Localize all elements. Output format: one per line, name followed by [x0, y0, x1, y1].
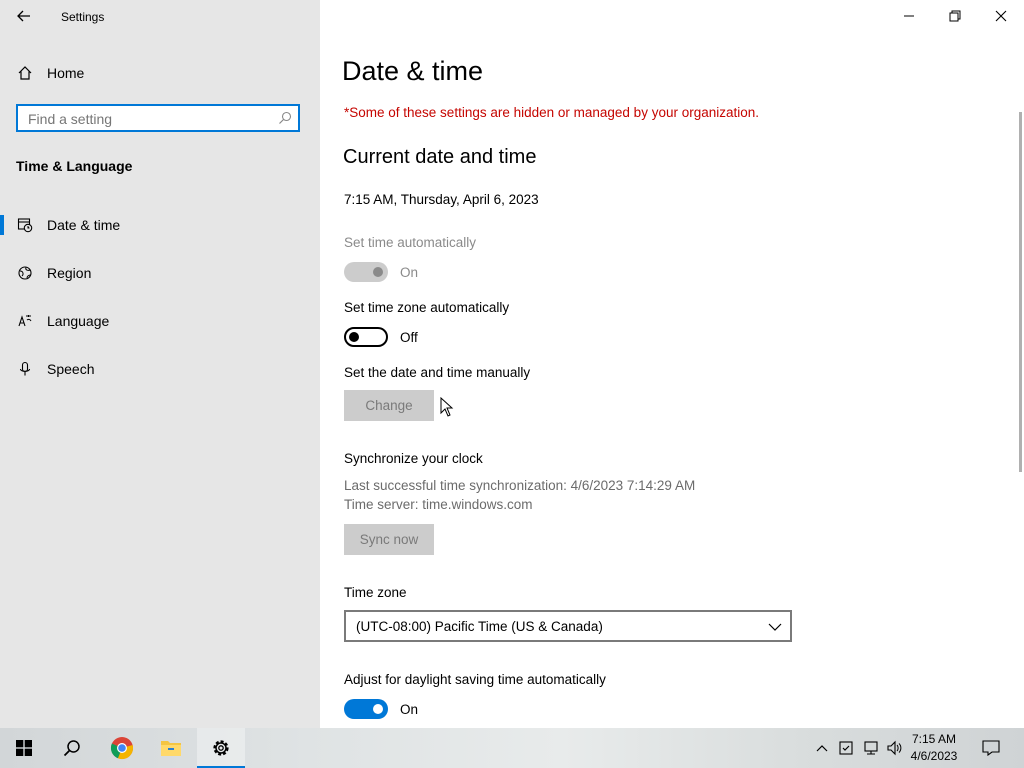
set-time-auto-label: Set time automatically: [344, 235, 477, 250]
last-sync-text: Last successful time synchronization: 4/…: [344, 478, 696, 493]
sidebar-item-speech[interactable]: Speech: [0, 353, 320, 385]
scrollbar[interactable]: [1019, 112, 1022, 472]
set-tz-auto-state: Off: [400, 330, 418, 345]
toggle-knob: [373, 704, 383, 714]
notifications-icon[interactable]: [982, 738, 1000, 758]
taskbar-clock[interactable]: 7:15 AM 4/6/2023: [906, 731, 962, 765]
windows-start-icon[interactable]: [0, 728, 48, 768]
window-title: Settings: [61, 10, 105, 24]
set-time-auto-state: On: [400, 265, 419, 280]
search-icon[interactable]: [48, 728, 96, 768]
set-tz-auto-label: Set time zone automatically: [344, 300, 510, 315]
current-date-time-value: 7:15 AM, Thursday, April 6, 2023: [344, 192, 539, 207]
chevron-down-icon: [768, 620, 782, 632]
manual-date-label: Set the date and time manually: [344, 365, 531, 380]
toggle-knob: [373, 267, 383, 277]
main-content: Date & time *Some of these settings are …: [320, 0, 1024, 728]
time-server-text: Time server: time.windows.com: [344, 497, 533, 512]
settings-icon[interactable]: [197, 728, 245, 768]
toggle-knob: [349, 332, 359, 342]
sidebar-item-label: Date & time: [47, 217, 121, 233]
set-tz-auto-toggle[interactable]: [344, 327, 388, 347]
date-time-icon: [16, 216, 34, 234]
file-explorer-icon[interactable]: [147, 728, 195, 768]
sidebar-item-language[interactable]: Language: [0, 305, 320, 337]
search-box[interactable]: [16, 104, 300, 132]
time-zone-value: (UTC-08:00) Pacific Time (US & Canada): [356, 619, 603, 634]
globe-icon: [16, 264, 34, 282]
sidebar-item-region[interactable]: Region: [0, 257, 320, 289]
volume-icon[interactable]: [885, 738, 903, 758]
time-zone-label: Time zone: [344, 585, 407, 600]
section-heading: Time & Language: [16, 158, 133, 174]
home-label: Home: [47, 65, 85, 81]
dst-toggle[interactable]: [344, 699, 388, 719]
sidebar-item-label: Language: [47, 313, 110, 329]
mouse-cursor-icon: [440, 396, 454, 422]
security-icon[interactable]: [837, 738, 855, 758]
managed-notice: *Some of these settings are hidden or ma…: [344, 105, 760, 120]
chrome-icon[interactable]: [98, 728, 146, 768]
sync-heading: Synchronize your clock: [344, 451, 483, 466]
microphone-icon: [16, 360, 34, 378]
restore-button[interactable]: [932, 0, 978, 32]
taskbar: 7:15 AM 4/6/2023: [0, 728, 1024, 768]
page-title: Date & time: [342, 56, 484, 86]
set-time-auto-toggle[interactable]: [344, 262, 388, 282]
sync-now-button[interactable]: Sync now: [344, 524, 434, 555]
network-icon[interactable]: [862, 738, 880, 758]
home-nav-item[interactable]: Home: [0, 57, 320, 89]
search-input[interactable]: [26, 110, 270, 128]
dst-label: Adjust for daylight saving time automati…: [344, 672, 606, 687]
sidebar-item-label: Speech: [47, 361, 95, 377]
search-icon[interactable]: [278, 111, 292, 125]
home-icon: [16, 64, 34, 82]
language-icon: [16, 312, 34, 330]
sidebar: Settings Home Time & Language Date & tim…: [0, 0, 320, 728]
current-date-time-heading: Current date and time: [343, 146, 537, 168]
minimize-button[interactable]: [886, 0, 932, 32]
time-zone-dropdown[interactable]: (UTC-08:00) Pacific Time (US & Canada): [344, 610, 792, 642]
close-button[interactable]: [978, 0, 1024, 32]
chevron-up-icon[interactable]: [813, 738, 831, 758]
clock-date: 4/6/2023: [910, 749, 958, 763]
back-arrow-icon[interactable]: [14, 6, 34, 26]
clock-time: 7:15 AM: [911, 732, 957, 746]
sidebar-item-date-time[interactable]: Date & time: [0, 209, 320, 241]
dst-state: On: [400, 702, 419, 717]
sidebar-item-label: Region: [47, 265, 92, 281]
change-button[interactable]: Change: [344, 390, 434, 421]
